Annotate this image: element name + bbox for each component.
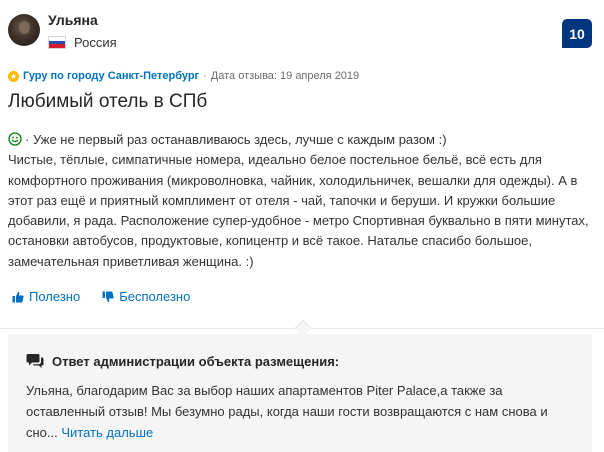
helpful-button[interactable]: Полезно: [12, 289, 80, 304]
read-more-link[interactable]: Читать дальше: [61, 425, 153, 440]
country-label: Россия: [74, 35, 117, 50]
guru-badge-icon: ★: [8, 70, 19, 82]
russia-flag-icon: [48, 36, 66, 49]
property-response: Ответ администрации объекта размещения: …: [8, 334, 592, 452]
review-title: Любимый отель в СПб: [8, 91, 208, 112]
unhelpful-label: Бесполезно: [119, 289, 191, 304]
meta-separator: ·: [203, 70, 207, 82]
response-heading: Ответ администрации объекта размещения:: [52, 353, 340, 369]
thumbs-up-icon: [12, 291, 24, 302]
reviewer-country: Россия: [48, 35, 117, 50]
reviewer-name: Ульяна: [48, 12, 98, 28]
avatar: [8, 14, 40, 46]
helpful-label: Полезно: [29, 289, 81, 304]
positive-prefix: · Уже не первый раз останавливаюсь здесь…: [25, 132, 447, 147]
review-meta: ★ Гуру по городу Санкт-Петербург · Дата …: [8, 70, 359, 82]
review-text: · Уже не первый раз останавливаюсь здесь…: [8, 130, 594, 272]
thumbs-down-icon: [102, 291, 114, 302]
vote-row: Полезно Бесполезно: [12, 289, 190, 304]
guru-label: Гуру по городу Санкт-Петербург: [23, 70, 200, 82]
response-text: Ульяна, благодарим Вас за выбор наших ап…: [26, 380, 582, 443]
review-body: Чистые, тёплые, симпатичные номера, идеа…: [8, 152, 589, 269]
smile-icon: [8, 132, 22, 146]
review-card: Ульяна Россия 10 ★ Гуру по городу Санкт-…: [0, 0, 604, 452]
speech-bubble-icon: [26, 354, 44, 368]
review-date: Дата отзыва: 19 апреля 2019: [210, 70, 360, 82]
review-score-badge: 10: [562, 19, 592, 48]
unhelpful-button[interactable]: Бесполезно: [102, 289, 190, 304]
response-heading-row: Ответ администрации объекта размещения:: [26, 353, 339, 369]
positive-line: · Уже не первый раз останавливаюсь здесь…: [8, 130, 594, 150]
